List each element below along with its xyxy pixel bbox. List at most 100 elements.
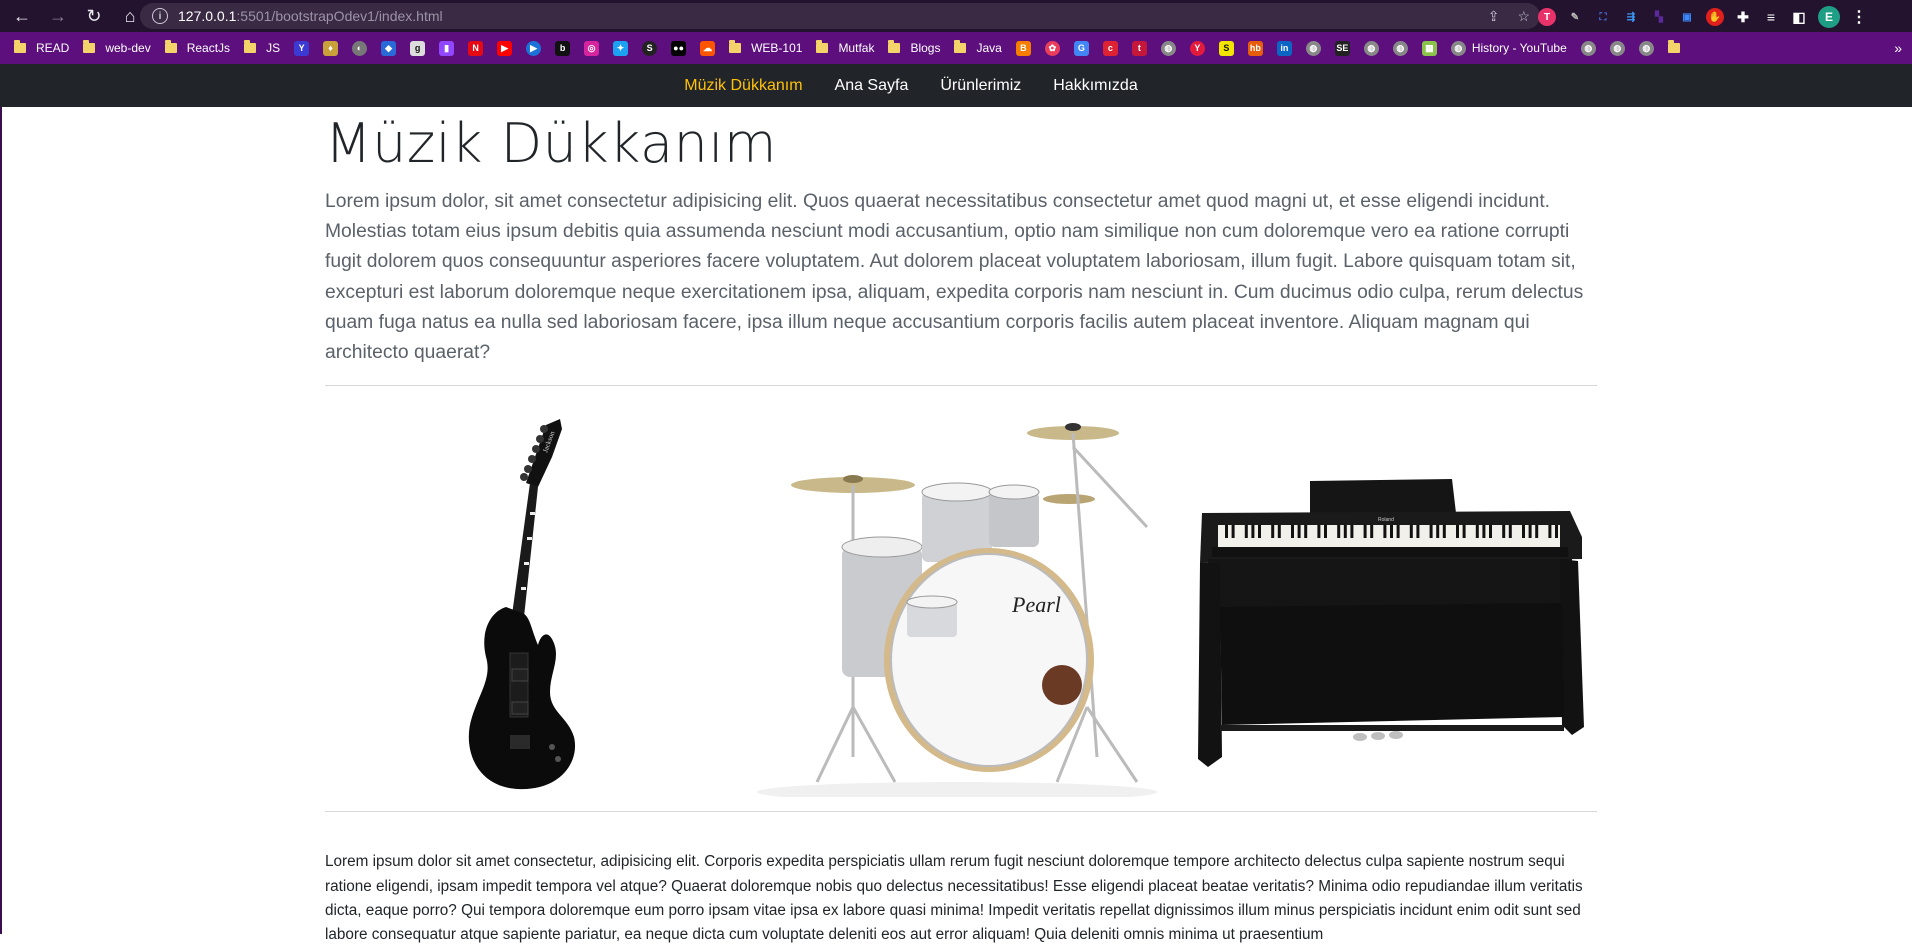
bookmark-link[interactable]: ◍ History - YouTube — [1450, 40, 1567, 56]
bookmark-favicon[interactable]: ◐ — [352, 40, 368, 56]
bookmarks-bar: READ web-dev ReactJs JS Y ♦ ◐ ◆ g ▮ N ▶ ▶ b ◎ ✦ S ●● ☁ WEB-… — [0, 32, 1912, 64]
bookmark-favicon[interactable]: ▶ — [526, 40, 542, 56]
bookmark-favicon[interactable]: in — [1276, 40, 1292, 56]
bookmark-favicon[interactable]: t — [1131, 40, 1147, 56]
nav-link-home[interactable]: Ana Sayfa — [835, 77, 909, 95]
screenshot-extension-icon[interactable]: ⛶ — [1594, 8, 1612, 26]
bookmark-favicon[interactable]: ◍ — [1392, 40, 1408, 56]
piano-black-key — [1251, 525, 1255, 538]
bookmark-star-icon[interactable]: ☆ — [1517, 8, 1530, 25]
bookmark-favicon[interactable]: g — [410, 40, 426, 56]
bookmark-favicon[interactable]: ▦ — [1421, 40, 1437, 56]
piano-black-key — [1350, 525, 1354, 538]
bookmark-favicon[interactable]: ◎ — [584, 40, 600, 56]
folder-icon — [816, 40, 829, 53]
browser-menu-icon[interactable]: ⋮ — [1850, 8, 1868, 26]
folder-icon — [83, 40, 96, 53]
bookmark-favicon[interactable]: b — [555, 40, 571, 56]
bookmark-favicon[interactable]: Y — [1189, 40, 1205, 56]
bookmark-favicon[interactable]: ◍ — [1580, 40, 1596, 56]
extension-icon[interactable]: ✎ — [1566, 8, 1584, 26]
extensions-area: T ✎ ⛶ ⇶ ▚ ▣ ✋ ✚ ≡ ◧ E ⋮ — [1538, 6, 1868, 28]
bookmark-folder[interactable]: Mutfak — [816, 40, 875, 55]
site-info-icon[interactable]: i — [152, 8, 168, 24]
bookmark-folder[interactable]: Blogs — [888, 40, 940, 55]
bookmark-favicon[interactable]: ●● — [671, 40, 687, 56]
piano-black-key — [1244, 525, 1248, 538]
bookmark-favicon[interactable]: S — [642, 40, 658, 56]
bookmark-favicon[interactable]: ◍ — [1305, 40, 1321, 56]
url-text[interactable]: 127.0.0.1:5501/bootstrapOdev1/index.html — [178, 8, 443, 24]
share-icon[interactable]: ⇪ — [1488, 8, 1500, 25]
piano-black-key — [1535, 525, 1539, 538]
bookmark-label: web-dev — [105, 41, 151, 55]
bookmark-favicon[interactable]: ◍ — [1363, 40, 1379, 56]
guitar-image: Jackson — [468, 419, 576, 790]
bookmark-folder[interactable]: web-dev — [83, 40, 151, 55]
forward-icon[interactable]: → — [44, 2, 72, 30]
favicon-icon: ◎ — [584, 40, 600, 56]
extension-icon[interactable]: ▚ — [1650, 8, 1668, 26]
side-panel-icon[interactable]: ◧ — [1790, 8, 1808, 26]
bookmark-favicon[interactable]: c — [1102, 40, 1118, 56]
bookmark-folder[interactable]: READ — [14, 40, 69, 55]
nav-link-about[interactable]: Hakkımızda — [1053, 77, 1137, 95]
bookmark-favicon[interactable]: G — [1073, 40, 1089, 56]
bookmark-folder[interactable]: JS — [244, 40, 280, 55]
bookmark-favicon[interactable]: S — [1218, 40, 1234, 56]
bookmark-favicon[interactable]: ◍ — [1160, 40, 1176, 56]
extension-icon[interactable]: T — [1538, 8, 1556, 26]
piano-black-key — [1508, 525, 1512, 538]
favicon-icon: ☁ — [700, 40, 716, 56]
profile-avatar[interactable]: E — [1818, 6, 1840, 28]
bookmark-favicon[interactable]: B — [1015, 40, 1031, 56]
navbar-brand[interactable]: Müzik Dükkanım — [684, 77, 802, 95]
bookmark-label: Mutfak — [838, 41, 875, 55]
bookmark-favicon[interactable]: ◆ — [381, 40, 397, 56]
bookmark-favicon[interactable]: ◍ — [1638, 40, 1654, 56]
bookmark-favicon[interactable]: ▮ — [439, 40, 455, 56]
bookmark-favicon[interactable]: ♦ — [323, 40, 339, 56]
piano-black-key — [1456, 525, 1459, 538]
adblock-icon[interactable]: ✋ — [1706, 8, 1724, 26]
divider — [325, 811, 1597, 812]
address-bar[interactable]: i 127.0.0.1:5501/bootstrapOdev1/index.ht… — [140, 3, 1540, 29]
bookmark-favicon[interactable]: ✦ — [613, 40, 629, 56]
bookmark-favicon[interactable]: SE — [1334, 40, 1350, 56]
piano-black-key — [1528, 525, 1532, 538]
bookmark-folder[interactable]: ReactJs — [164, 40, 230, 55]
favicon-icon: Y — [294, 40, 310, 56]
favicon-icon: ◐ — [352, 40, 368, 56]
favicon-icon: ▦ — [1421, 40, 1437, 56]
divider — [325, 385, 1597, 386]
reading-list-icon[interactable]: ≡ — [1762, 8, 1780, 26]
favicon-icon: ◍ — [1580, 40, 1596, 56]
extension-icon[interactable]: ▣ — [1678, 8, 1696, 26]
bookmark-folder[interactable] — [1667, 40, 1690, 53]
folder-icon — [1667, 40, 1680, 53]
bookmark-favicon[interactable]: ◍ — [1609, 40, 1625, 56]
extension-icon[interactable]: ⇶ — [1622, 8, 1640, 26]
bookmarks-overflow-icon[interactable]: » — [1894, 40, 1902, 56]
bookmark-folder[interactable]: Java — [954, 40, 1002, 55]
favicon-icon: ◍ — [1363, 40, 1379, 56]
nav-link-products[interactable]: Ürünlerimiz — [940, 77, 1021, 95]
favicon-icon: N — [468, 40, 484, 56]
favicon-icon: ▮ — [439, 40, 455, 56]
bookmark-favicon[interactable]: ☁ — [700, 40, 716, 56]
bookmark-folder[interactable]: WEB-101 — [729, 40, 802, 55]
bookmark-favicon[interactable]: hb — [1247, 40, 1263, 56]
bookmark-favicon[interactable]: Y — [294, 40, 310, 56]
favicon-icon: hb — [1247, 40, 1263, 56]
bookmark-favicon[interactable]: ▶ — [497, 40, 513, 56]
drum-brand-logo: Pearl — [1011, 592, 1061, 617]
reload-icon[interactable]: ↻ — [80, 2, 108, 30]
back-icon[interactable]: ← — [8, 2, 36, 30]
piano-black-key — [1522, 525, 1525, 538]
bookmark-favicon[interactable]: ✿ — [1044, 40, 1060, 56]
piano-black-key — [1409, 525, 1413, 538]
bookmark-favicon[interactable]: N — [468, 40, 484, 56]
piano-black-key — [1482, 525, 1486, 538]
puzzle-extensions-icon[interactable]: ✚ — [1734, 8, 1752, 26]
favicon-icon: ◍ — [1392, 40, 1408, 56]
